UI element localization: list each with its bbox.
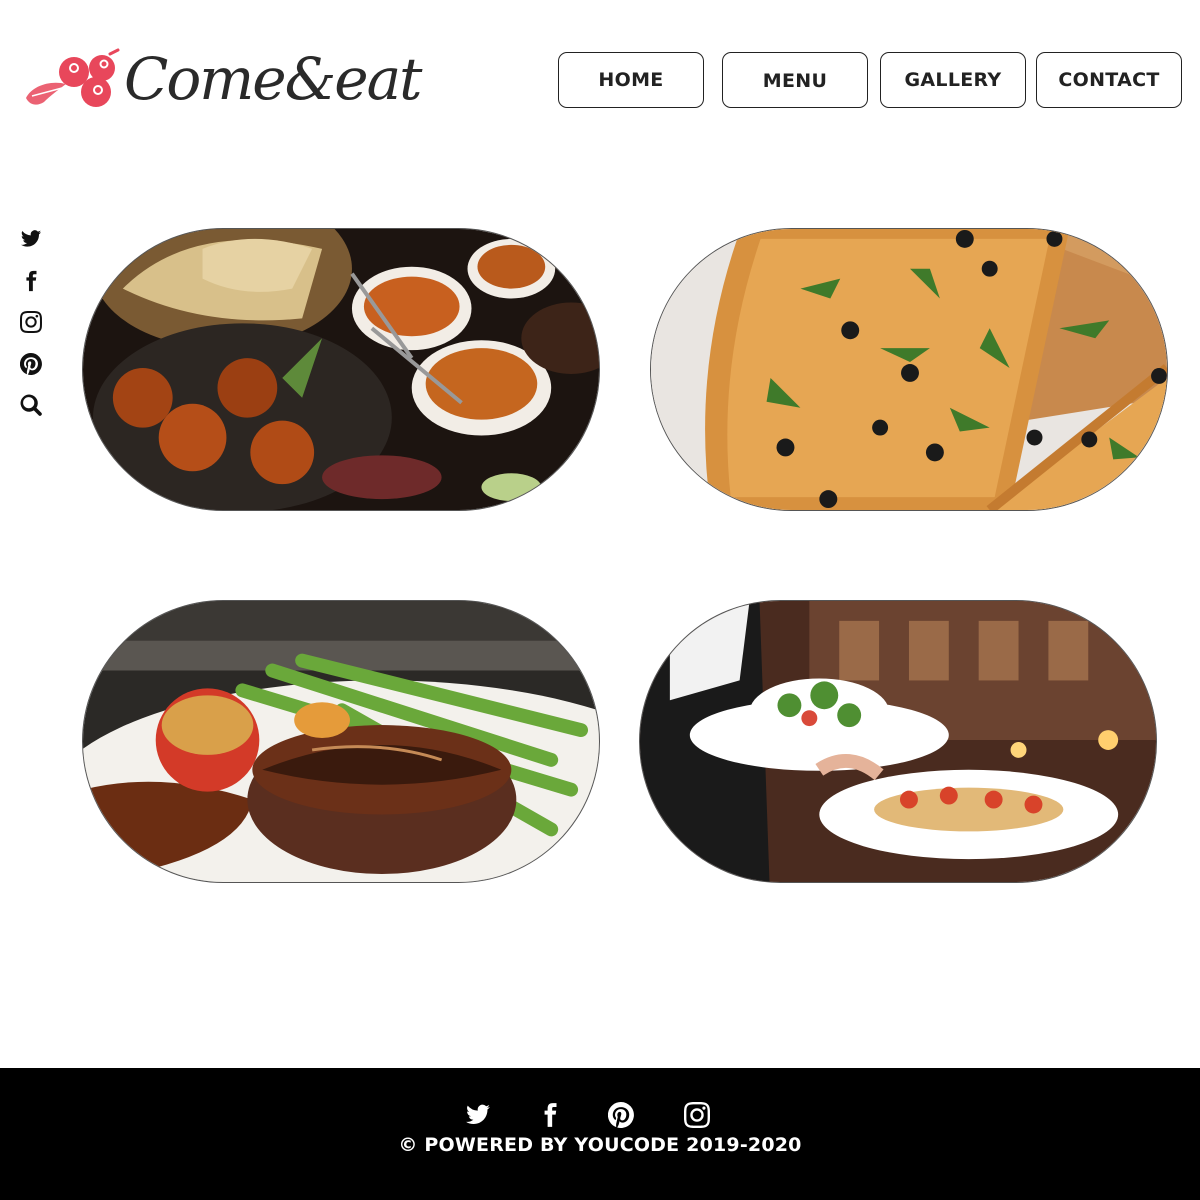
nav-contact-label: CONTACT — [1058, 69, 1160, 91]
gallery-photo-steak[interactable] — [82, 600, 600, 883]
waiter-serving-plates-image — [640, 601, 1156, 882]
nav-gallery-button[interactable]: GALLERY — [880, 52, 1026, 108]
instagram-icon[interactable] — [20, 311, 44, 335]
gallery-photo-pizza[interactable] — [650, 228, 1168, 511]
main-nav: HOME MENU GALLERY CONTACT — [0, 52, 1200, 108]
site-footer: © POWERED BY YOUCODE 2019-2020 — [0, 1068, 1200, 1200]
gallery-photo-waiter[interactable] — [639, 600, 1157, 883]
footer-pinterest-icon[interactable] — [608, 1102, 634, 1128]
nav-home-button[interactable]: HOME — [558, 52, 704, 108]
gallery-photo-indian-food[interactable] — [82, 228, 600, 511]
twitter-icon[interactable] — [20, 228, 44, 252]
facebook-icon[interactable] — [20, 270, 44, 294]
steak-with-asparagus-image — [83, 601, 599, 882]
footer-twitter-icon[interactable] — [465, 1102, 491, 1128]
footer-social-icons — [0, 1102, 1200, 1132]
nav-home-label: HOME — [598, 69, 664, 91]
pinterest-icon[interactable] — [20, 352, 44, 377]
footer-instagram-icon[interactable] — [684, 1102, 710, 1128]
nav-gallery-label: GALLERY — [904, 69, 1002, 91]
nav-contact-button[interactable]: CONTACT — [1036, 52, 1182, 108]
footer-copyright: © POWERED BY YOUCODE 2019-2020 — [398, 1134, 802, 1156]
footer-facebook-icon[interactable] — [537, 1102, 563, 1128]
side-social-rail — [20, 228, 46, 436]
search-icon[interactable] — [20, 394, 44, 418]
pizza-image — [651, 229, 1167, 510]
nav-menu-button[interactable]: MENU — [722, 52, 868, 108]
indian-food-platter-image — [83, 229, 599, 510]
nav-menu-label: MENU — [762, 70, 828, 92]
